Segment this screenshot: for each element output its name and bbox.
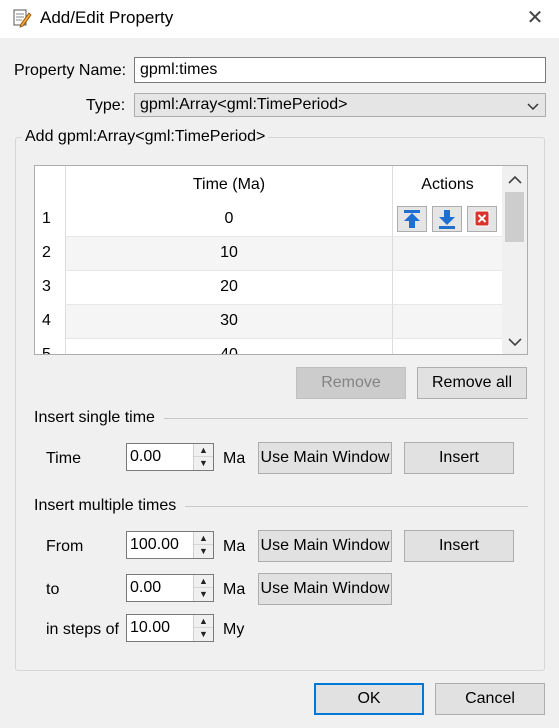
time-spinbox[interactable]: 0.00 ▲ ▼ [126,443,214,471]
row-number: 3 [35,270,65,304]
table-scrollbar[interactable] [502,166,527,354]
time-label: Time [46,450,81,467]
time-cell[interactable]: 20 [65,270,392,304]
table-row[interactable]: 3 20 [35,270,502,304]
steps-unit: My [223,621,245,638]
spin-down-icon[interactable]: ▼ [194,628,213,641]
to-label: to [46,581,60,598]
remove-button[interactable]: Remove [296,367,406,399]
insert-multiple-title: Insert multiple times [34,497,177,514]
spin-down-icon[interactable]: ▼ [194,457,213,470]
time-cell[interactable]: 30 [65,304,392,338]
to-spinbox[interactable]: 0.00 ▲ ▼ [126,574,214,602]
spin-up-icon[interactable]: ▲ [194,444,213,457]
insert-single-button[interactable]: Insert [404,442,514,474]
to-spin-buttons: ▲ ▼ [193,575,213,601]
group-title: Add gpml:Array<gml:TimePeriod> [22,128,269,146]
move-down-button[interactable] [432,206,462,232]
arrow-up-icon [404,210,420,228]
app-icon [12,8,32,28]
row-number: 2 [35,236,65,270]
row-number: 5 [35,338,65,354]
type-select-value: gpml:Array<gml:TimePeriod> [140,96,348,113]
table-row[interactable]: 5 40 [35,338,502,354]
spin-down-icon[interactable]: ▼ [194,545,213,558]
window-title: Add/Edit Property [40,8,174,27]
spin-up-icon[interactable]: ▲ [194,575,213,588]
time-cell[interactable]: 40 [65,338,392,354]
from-value: 100.00 [130,536,179,553]
column-header-time[interactable]: Time (Ma) [65,166,392,202]
from-label: From [46,538,84,555]
use-main-window-from-button[interactable]: Use Main Window [258,530,392,562]
spin-up-icon[interactable]: ▲ [194,615,213,628]
row-divider [65,236,502,237]
table-row[interactable]: 2 10 [35,236,502,270]
delete-icon [474,210,490,227]
steps-value: 10.00 [130,619,171,636]
use-main-window-to-button[interactable]: Use Main Window [258,573,392,605]
scrollbar-thumb[interactable] [505,192,524,242]
section-divider [185,506,528,507]
spin-down-icon[interactable]: ▼ [194,588,213,601]
delete-row-button[interactable] [467,206,497,232]
insert-single-title: Insert single time [34,409,155,426]
chevron-up-icon[interactable] [507,172,523,188]
to-unit: Ma [223,581,246,598]
row-divider [65,338,502,339]
times-table: Time (Ma) Actions 1 0 2 10 3 20 4 30 5 4… [34,165,528,355]
remove-all-button[interactable]: Remove all [417,367,527,399]
row-divider [65,270,502,271]
actions-cell [392,202,502,236]
use-main-window-button[interactable]: Use Main Window [258,442,392,474]
time-cell[interactable]: 10 [65,236,392,270]
row-number: 4 [35,304,65,338]
actions-cell [392,304,502,338]
spin-up-icon[interactable]: ▲ [194,532,213,545]
table-row[interactable]: 4 30 [35,304,502,338]
row-divider [65,304,502,305]
chevron-down-icon[interactable] [507,334,523,350]
property-name-label: Property Name: [14,62,127,79]
row-number: 1 [35,202,65,236]
actions-cell [392,236,502,270]
time-spin-buttons: ▲ ▼ [193,444,213,470]
insert-multiple-button[interactable]: Insert [404,530,514,562]
cancel-button[interactable]: Cancel [435,683,545,715]
column-header-actions[interactable]: Actions [392,166,502,202]
actions-cell [392,270,502,304]
close-icon[interactable]: ✕ [520,4,550,32]
steps-spinbox[interactable]: 10.00 ▲ ▼ [126,614,214,642]
type-label: Type: [86,97,126,114]
chevron-down-icon [527,97,539,117]
time-value: 0.00 [130,448,162,465]
steps-spin-buttons: ▲ ▼ [193,615,213,641]
time-unit: Ma [223,450,246,467]
steps-label: in steps of [46,621,119,638]
actions-cell [392,338,502,354]
ok-button[interactable]: OK [314,683,424,715]
from-unit: Ma [223,538,246,555]
arrow-down-icon [439,210,455,229]
to-value: 0.00 [130,579,162,596]
property-name-input[interactable]: gpml:times [134,57,546,83]
from-spinbox[interactable]: 100.00 ▲ ▼ [126,531,214,559]
time-cell[interactable]: 0 [65,202,392,236]
from-spin-buttons: ▲ ▼ [193,532,213,558]
move-up-button[interactable] [397,206,427,232]
table-row[interactable]: 1 0 [35,202,502,236]
type-select[interactable]: gpml:Array<gml:TimePeriod> [134,93,546,117]
section-divider [164,418,528,419]
